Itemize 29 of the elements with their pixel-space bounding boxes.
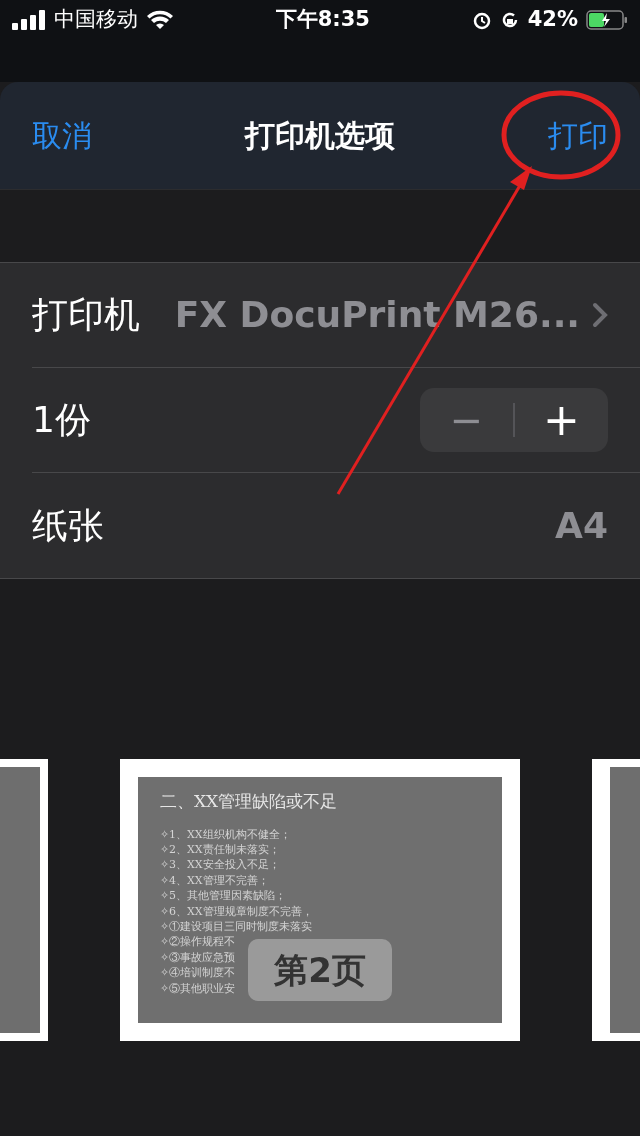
slide-line: ✧④培训制度不 xyxy=(160,965,235,981)
slide-line: ✧4、XX管理不完善； xyxy=(160,872,269,889)
slide-line: ✧②操作规程不 xyxy=(160,934,235,950)
sheet-title: 打印机选项 xyxy=(245,117,395,155)
signal-icon xyxy=(12,10,46,30)
minus-button[interactable]: − xyxy=(420,388,513,452)
slide-line: ✧2、XX责任制未落实； xyxy=(160,841,280,858)
slide-line: ✧③事故应急预 xyxy=(160,949,235,966)
chevron-icon xyxy=(592,302,608,328)
slide-line: ✧6、XX管理规章制度不完善， xyxy=(160,903,313,919)
page-label: 第2页 xyxy=(248,939,392,1001)
alarm-icon xyxy=(471,10,492,30)
option-label: 纸张 xyxy=(32,503,104,548)
cancel-button[interactable]: 取消 xyxy=(32,113,92,158)
option-label: 1份 xyxy=(32,398,91,442)
slide-title: 二、XX管理缺陷或不足 xyxy=(160,790,339,813)
slide-line: ✧3、XX安全投入不足； xyxy=(160,857,280,873)
paper-size: A4 xyxy=(555,503,608,548)
plus-button[interactable]: + xyxy=(515,388,608,452)
printer-name: FX DocuPrint M26... xyxy=(174,293,580,337)
wifi-icon xyxy=(146,10,174,30)
slide-line: ✧1、XX组织机构不健全； xyxy=(160,826,291,842)
carrier-name: 中国移动 xyxy=(54,6,138,34)
slide-line: ✧5、其他管理因素缺陷； xyxy=(160,888,286,904)
battery-icon xyxy=(586,10,628,30)
clock: 下午8:35 xyxy=(275,6,370,34)
battery-percent: 42% xyxy=(527,6,578,34)
slide-line: ✧⑤其他职业安 xyxy=(160,980,235,996)
option-label: 打印机 xyxy=(32,293,140,337)
